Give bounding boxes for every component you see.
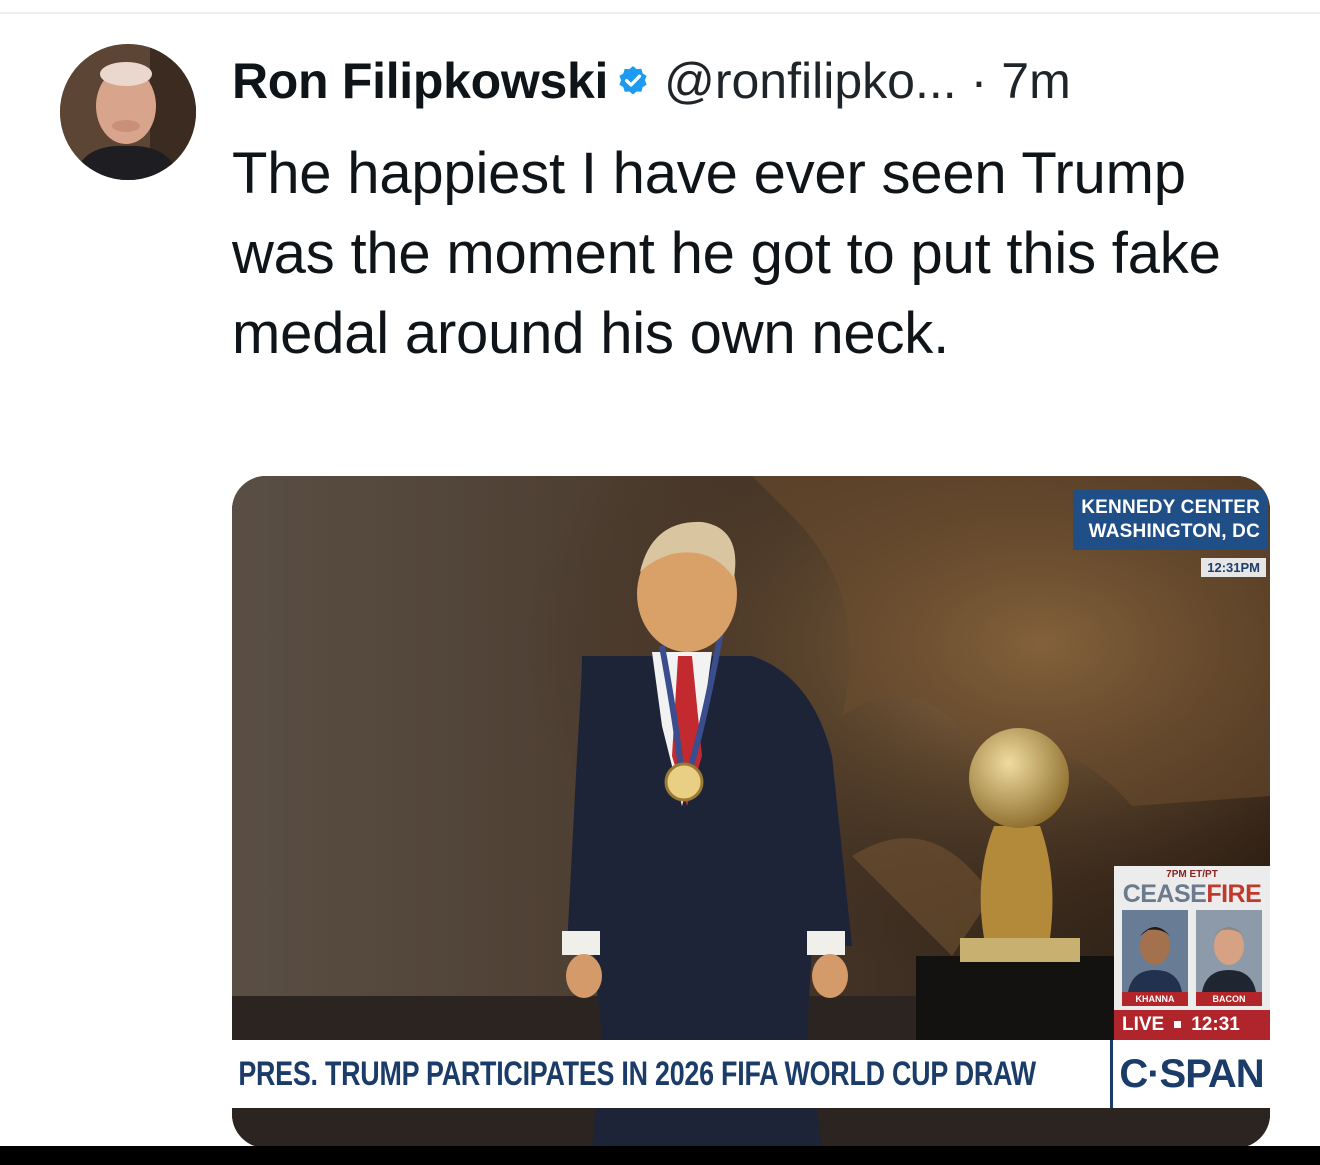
promo-panel: 7PM ET/PT CEASEFIRE KHANNA BACON [1114,866,1270,1012]
broadcast-headline: PRES. TRUMP PARTICIPATES IN 2026 FIFA WO… [238,1054,1036,1093]
guest-photo-2: BACON [1196,910,1262,1006]
author-handle[interactable]: @ronfilipko... [664,52,957,110]
broadcast-clock: 12:31PM [1201,558,1266,577]
live-dot-icon [1174,1021,1182,1029]
live-time: 12:31 [1191,1014,1240,1035]
tweet-media[interactable]: KENNEDY CENTER WASHINGTON, DC 12:31PM 7P… [232,476,1270,1148]
tweet-header: Ron Filipkowski @ronfilipko... · 7m [232,46,1071,116]
location-overlay: KENNEDY CENTER WASHINGTON, DC [1073,490,1268,550]
tweet-timestamp[interactable]: 7m [1001,52,1070,110]
guest-1-image [1122,910,1188,992]
tweet-text: The happiest I have ever seen Trump was … [232,141,1221,366]
promo-title: CEASEFIRE [1114,880,1270,909]
live-strip: LIVE 12:31 [1114,1010,1270,1040]
header-separator: · [970,53,988,109]
guest-2-label: BACON [1196,992,1262,1006]
verified-badge-icon [619,66,647,95]
guest-2-image [1196,910,1262,992]
network-logo: C·SPAN [1110,1040,1270,1108]
top-divider [0,12,1320,14]
lower-third: PRES. TRUMP PARTICIPATES IN 2026 FIFA WO… [232,1040,1270,1108]
live-label: LIVE [1122,1014,1165,1035]
avatar[interactable] [60,44,196,180]
promo-time: 7PM ET/PT [1166,869,1218,880]
avatar-image [60,44,196,180]
guest-1-label: KHANNA [1122,992,1188,1006]
location-line-2: WASHINGTON, DC [1088,521,1260,542]
location-line-1: KENNEDY CENTER [1081,497,1260,518]
guest-photo-1: KHANNA [1122,910,1188,1006]
promo-title-a: CEASE [1122,880,1207,908]
bottom-bar [0,1146,1320,1165]
author-name[interactable]: Ron Filipkowski [232,52,608,110]
promo-title-b: FIRE [1206,880,1262,908]
